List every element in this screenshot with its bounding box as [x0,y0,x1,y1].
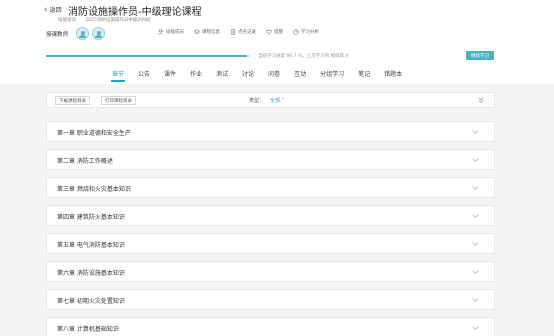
course-category: 技能培训 [58,18,76,23]
back-button[interactable]: ‹ 返回 [44,5,62,14]
chevron-down-icon: ˅ [281,98,285,104]
toolbar-label: 提醒 [274,30,283,35]
chapter-row[interactable]: 第二章 消防工作概述 [46,149,495,170]
toolbar-label: 班级成员 [166,30,184,35]
progress-text: 当前学习进度 98.7 %，上次学习到 模拟练习 [258,54,349,59]
course-class: 2025消防设施操作员中级209班 [85,18,151,23]
chapter-row[interactable]: 第一章 职业道德和安全生产 [46,121,495,142]
tab-announcements[interactable]: 公告 [138,69,150,78]
type-filter-value: 全部 [270,98,281,104]
chevron-down-icon [472,270,479,274]
progress-bar-fill [46,55,248,57]
people-icon [158,29,164,35]
course-title: 消防设施操作员-中级理论课程 [68,7,202,18]
chapter-title: 第六章 消防设施基本知识 [57,270,125,277]
chevron-down-icon [472,326,479,330]
print-catalog-button[interactable]: 打印课程目录 [101,96,136,105]
chapter-row[interactable]: 第四章 建筑防火基本知识 [46,205,495,226]
tab-chapters[interactable]: 章节 [110,69,126,82]
chapter-title: 第八章 计算机基础知识 [57,326,119,333]
chevron-down-icon [472,130,479,134]
continue-learning-button[interactable]: 继续学习 [466,51,494,60]
toolbar-label: 点名记录 [238,30,256,35]
chevron-down-icon [472,214,479,218]
progress-bar [46,55,250,57]
tab-tests[interactable]: 测试 [216,69,228,78]
toolbar-item-members[interactable]: 班级成员 [158,29,184,35]
toolbar-label: 课程信息 [202,30,220,35]
filter-bar: 下载课程目录 打印课程目录 类型： 全部 ˅ [46,92,495,108]
tab-group-study[interactable]: 分组学习 [320,69,344,78]
chapter-title: 第二章 消防工作概述 [57,158,113,165]
chapter-title: 第三章 燃烧和火灾基本知识 [57,186,131,193]
chart-icon [293,29,299,35]
tab-interaction[interactable]: 互动 [294,69,306,78]
teacher-label: 授课教师 [46,32,69,38]
teacher-avatar[interactable] [92,27,105,40]
chapter-row[interactable]: 第三章 燃烧和火灾基本知识 [46,177,495,198]
toolbar-item-roll-call[interactable]: 点名记录 [230,29,256,35]
tab-wrong-questions[interactable]: 错题本 [384,69,402,78]
toolbar-item-analysis[interactable]: 学习分析 [293,29,319,35]
toolbar-item-course-info[interactable]: 课程信息 [194,29,220,35]
chapter-row[interactable]: 第七章 初期火灾处置知识 [46,289,495,310]
back-label: 返回 [49,7,62,14]
type-filter-select[interactable]: 全部 ˅ [270,97,284,104]
double-chevron-down-icon[interactable] [477,96,485,104]
chevron-down-icon [472,298,479,302]
chapter-row[interactable]: 第六章 消防设施基本知识 [46,261,495,282]
layers-icon [194,29,200,35]
course-subtitle: 技能培训 2025消防设施操作员中级209班 [58,17,158,23]
tab-discussion[interactable]: 讨论 [242,69,254,78]
heart-icon [266,29,272,35]
download-catalog-button[interactable]: 下载课程目录 [55,96,90,105]
chapter-row[interactable]: 第八章 计算机基础知识 [46,317,495,336]
tab-notes[interactable]: 笔记 [358,69,370,78]
chapter-title: 第七章 初期火灾处置知识 [57,298,125,305]
chevron-down-icon [472,158,479,162]
teacher-avatar[interactable] [76,27,89,40]
chapter-row[interactable]: 第五章 电气消防基本知识 [46,233,495,254]
document-icon [230,29,236,35]
type-filter-label: 类型： [249,98,265,104]
toolbar-label: 学习分析 [301,30,319,35]
course-toolbar: 班级成员 课程信息 点名记录 提醒 学习分析 [158,29,319,35]
chevron-down-icon [472,242,479,246]
chapter-title: 第一章 职业道德和安全生产 [57,130,131,137]
tab-homework[interactable]: 作业 [190,69,202,78]
chapter-title: 第四章 建筑防火基本知识 [57,214,125,221]
chapter-title: 第五章 电气消防基本知识 [57,242,125,249]
tab-courseware[interactable]: 课件 [164,69,176,78]
chevron-down-icon [472,186,479,190]
tab-questionnaire[interactable]: 问卷 [268,69,280,78]
course-tabs: 章节 公告 课件 作业 测试 讨论 问卷 互动 分组学习 笔记 错题本 [110,69,402,82]
chevron-left-icon: ‹ [44,4,48,15]
toolbar-item-remind[interactable]: 提醒 [266,29,283,35]
course-header: ‹ 返回 消防设施操作员-中级理论课程 技能培训 2025消防设施操作员中级20… [0,0,554,84]
